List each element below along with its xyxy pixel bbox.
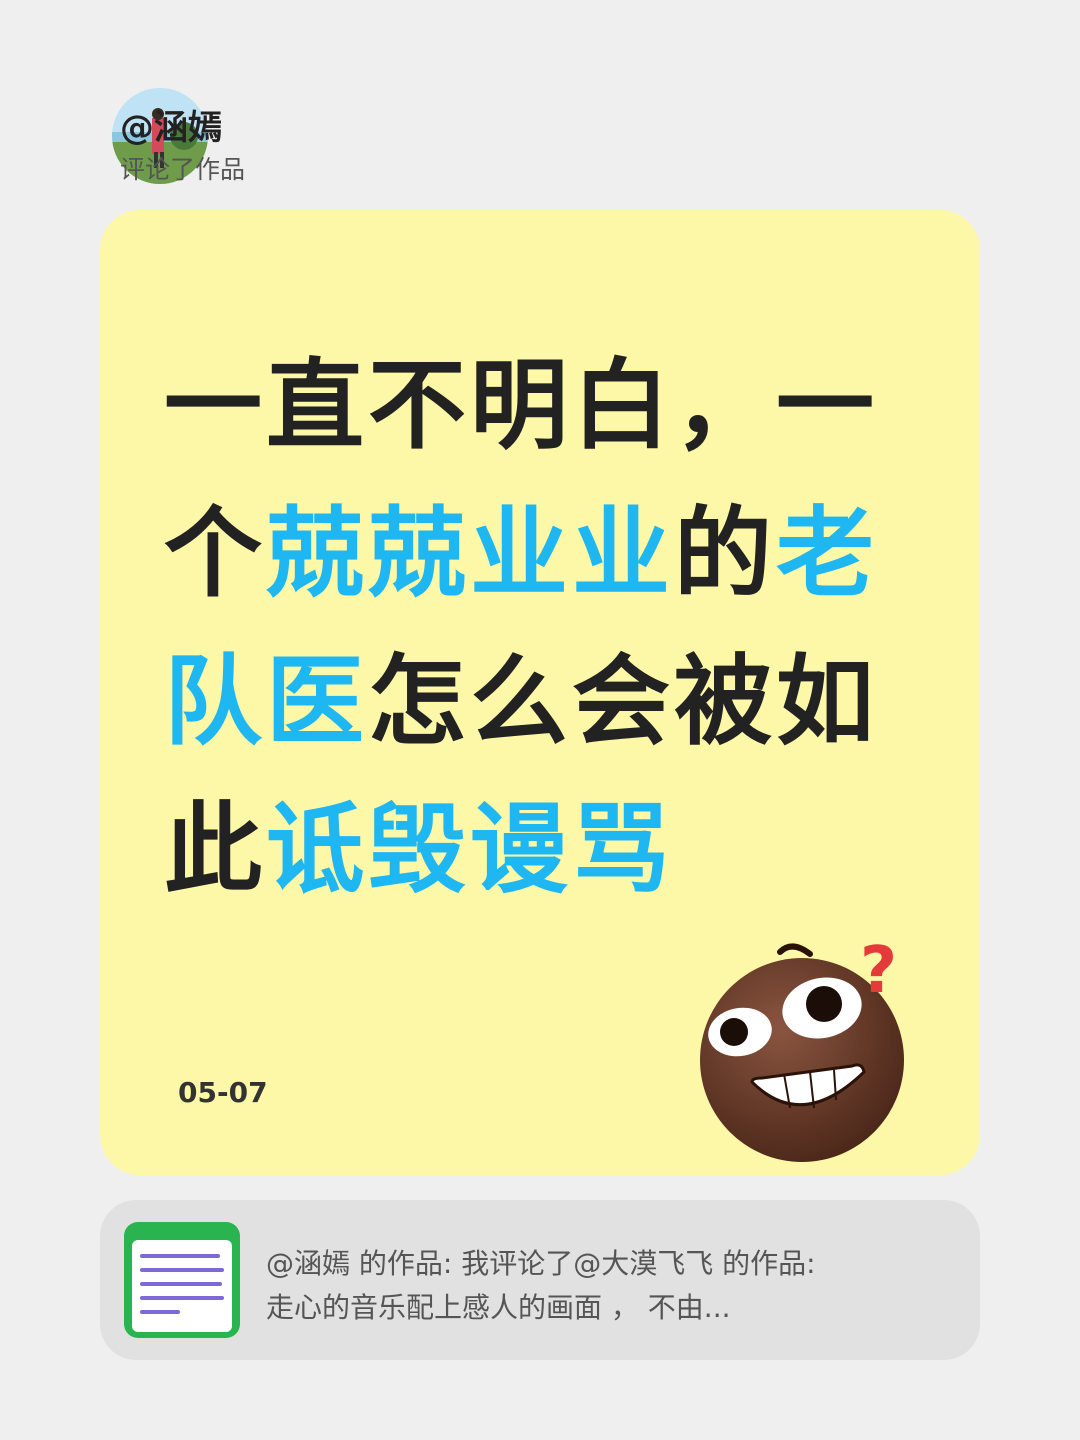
headline-segment: 的	[674, 497, 777, 611]
headline-highlight: 兢兢业业	[266, 497, 675, 611]
headline-segment: 个	[164, 497, 267, 611]
headline-segment: 此	[164, 793, 267, 907]
username[interactable]: @涵嫣	[120, 100, 222, 149]
referenced-post-line: @涵嫣 的作品: 我评论了@大漠飞飞 的作品:	[266, 1247, 816, 1280]
headline-highlight: 老	[776, 497, 879, 611]
referenced-post-text: @涵嫣 的作品: 我评论了@大漠飞飞 的作品: 走心的音乐配上感人的画面 ， 不…	[266, 1242, 946, 1330]
comment-action-text: 评论了作品	[120, 155, 246, 184]
headline-highlight: 诋毁谩骂	[266, 793, 675, 907]
comment-card[interactable]: 一直不明白，一 个兢兢业业的老 队医怎么会被如 此诋毁谩骂 05-07 ?	[100, 210, 980, 1175]
comment-headline: 一直不明白，一 个兢兢业业的老 队医怎么会被如 此诋毁谩骂	[164, 332, 924, 924]
referenced-post-thumbnail[interactable]	[124, 1222, 240, 1338]
headline-segment: 怎么会被如	[368, 645, 879, 759]
referenced-post-line: 走心的音乐配上感人的画面 ， 不由...	[266, 1291, 731, 1324]
post-date: 05-07	[178, 1076, 268, 1109]
grinning-brown-face-question-icon: ?	[692, 932, 922, 1162]
headline-highlight: 队医	[164, 645, 369, 759]
headline-segment: 一直不明白，一	[164, 349, 879, 463]
svg-text:?: ?	[860, 934, 897, 1008]
referenced-post[interactable]: @涵嫣 的作品: 我评论了@大漠飞飞 的作品: 走心的音乐配上感人的画面 ， 不…	[100, 1200, 980, 1360]
